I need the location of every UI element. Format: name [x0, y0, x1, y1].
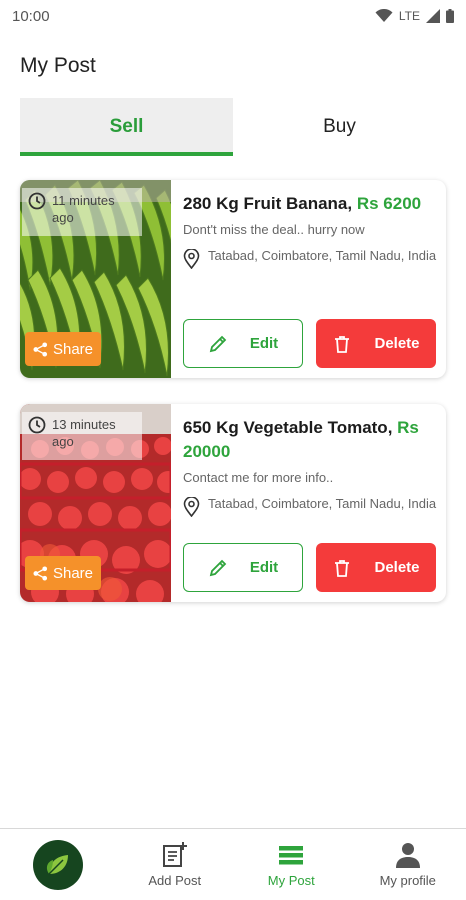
nav-my-post[interactable]: My Post: [233, 829, 350, 900]
pencil-icon: [209, 335, 227, 352]
clock-icon: [28, 416, 46, 434]
trash-icon: [335, 559, 350, 577]
post-description: Contact me for more info..: [183, 470, 334, 485]
location-text: Tatabad, Coimbatore, Tamil Nadu, India: [208, 248, 437, 263]
network-label: LTE: [398, 9, 420, 23]
nav-my-profile[interactable]: My profile: [350, 829, 466, 900]
share-icon: [33, 341, 48, 357]
edit-label: Edit: [249, 335, 279, 352]
delete-label: Delete: [374, 335, 420, 352]
location-text: Tatabad, Coimbatore, Tamil Nadu, India: [208, 496, 437, 511]
time-ago-text: 13 minutes ago: [52, 417, 116, 449]
bottom-nav: Add Post My Post My profile: [0, 828, 466, 900]
delete-button[interactable]: Delete: [316, 543, 436, 592]
post-title-text: 280 Kg Fruit Banana,: [183, 194, 357, 213]
post-image-banana: 11 minutes ago Share: [20, 180, 171, 378]
post-title: 280 Kg Fruit Banana, Rs 6200: [183, 192, 439, 216]
signal-icon: [426, 9, 440, 23]
time-ago-badge: 13 minutes ago: [22, 412, 142, 460]
wifi-icon: [375, 9, 393, 22]
post-location: Tatabad, Coimbatore, Tamil Nadu, India: [183, 247, 439, 269]
share-button[interactable]: Share: [25, 332, 101, 366]
tab-bar: Sell Buy: [20, 98, 446, 156]
share-icon: [33, 565, 48, 581]
post-card[interactable]: 11 minutes ago Share 280 Kg Fruit Banana…: [20, 180, 446, 378]
delete-button[interactable]: Delete: [316, 319, 436, 368]
location-pin-icon: [183, 497, 200, 517]
share-label: Share: [52, 340, 94, 358]
nav-my-profile-label: My profile: [379, 873, 436, 888]
pencil-icon: [209, 559, 227, 576]
edit-label: Edit: [249, 559, 279, 576]
nav-my-post-label: My Post: [267, 873, 315, 888]
leaf-logo-icon: [33, 839, 84, 890]
clock-icon: [28, 192, 46, 210]
post-title-text: 650 Kg Vegetable Tomato,: [183, 418, 398, 437]
add-post-icon: [162, 842, 187, 867]
edit-button[interactable]: Edit: [183, 543, 303, 592]
status-time: 10:00: [12, 7, 50, 25]
time-ago-text: 11 minutes ago: [52, 193, 115, 225]
post-price: Rs 6200: [356, 194, 422, 213]
nav-add-post-label: Add Post: [148, 873, 202, 888]
tab-buy[interactable]: Buy: [233, 98, 446, 156]
edit-button[interactable]: Edit: [183, 319, 303, 368]
battery-icon: [446, 9, 454, 23]
share-button[interactable]: Share: [25, 556, 101, 590]
list-icon: [279, 846, 304, 865]
location-pin-icon: [183, 249, 200, 269]
time-ago-badge: 11 minutes ago: [22, 188, 142, 236]
post-details: 650 Kg Vegetable Tomato, Rs 20000 Contac…: [183, 416, 439, 517]
page-title: My Post: [20, 54, 96, 77]
status-bar: 10:00 LTE: [0, 0, 466, 32]
post-details: 280 Kg Fruit Banana, Rs 6200 Dont't miss…: [183, 192, 439, 269]
share-label: Share: [52, 564, 94, 582]
delete-label: Delete: [374, 559, 420, 576]
nav-home-logo[interactable]: [0, 829, 117, 900]
tab-sell[interactable]: Sell: [20, 98, 233, 156]
post-image-tomato: 13 minutes ago Share: [20, 404, 171, 602]
person-icon: [395, 843, 420, 868]
post-title: 650 Kg Vegetable Tomato, Rs 20000: [183, 416, 439, 464]
post-card[interactable]: 13 minutes ago Share 650 Kg Vegetable To…: [20, 404, 446, 602]
trash-icon: [335, 335, 350, 353]
status-icons: LTE: [375, 9, 454, 23]
nav-add-post[interactable]: Add Post: [117, 829, 234, 900]
post-description: Dont't miss the deal.. hurry now: [183, 222, 365, 237]
post-location: Tatabad, Coimbatore, Tamil Nadu, India: [183, 495, 439, 517]
